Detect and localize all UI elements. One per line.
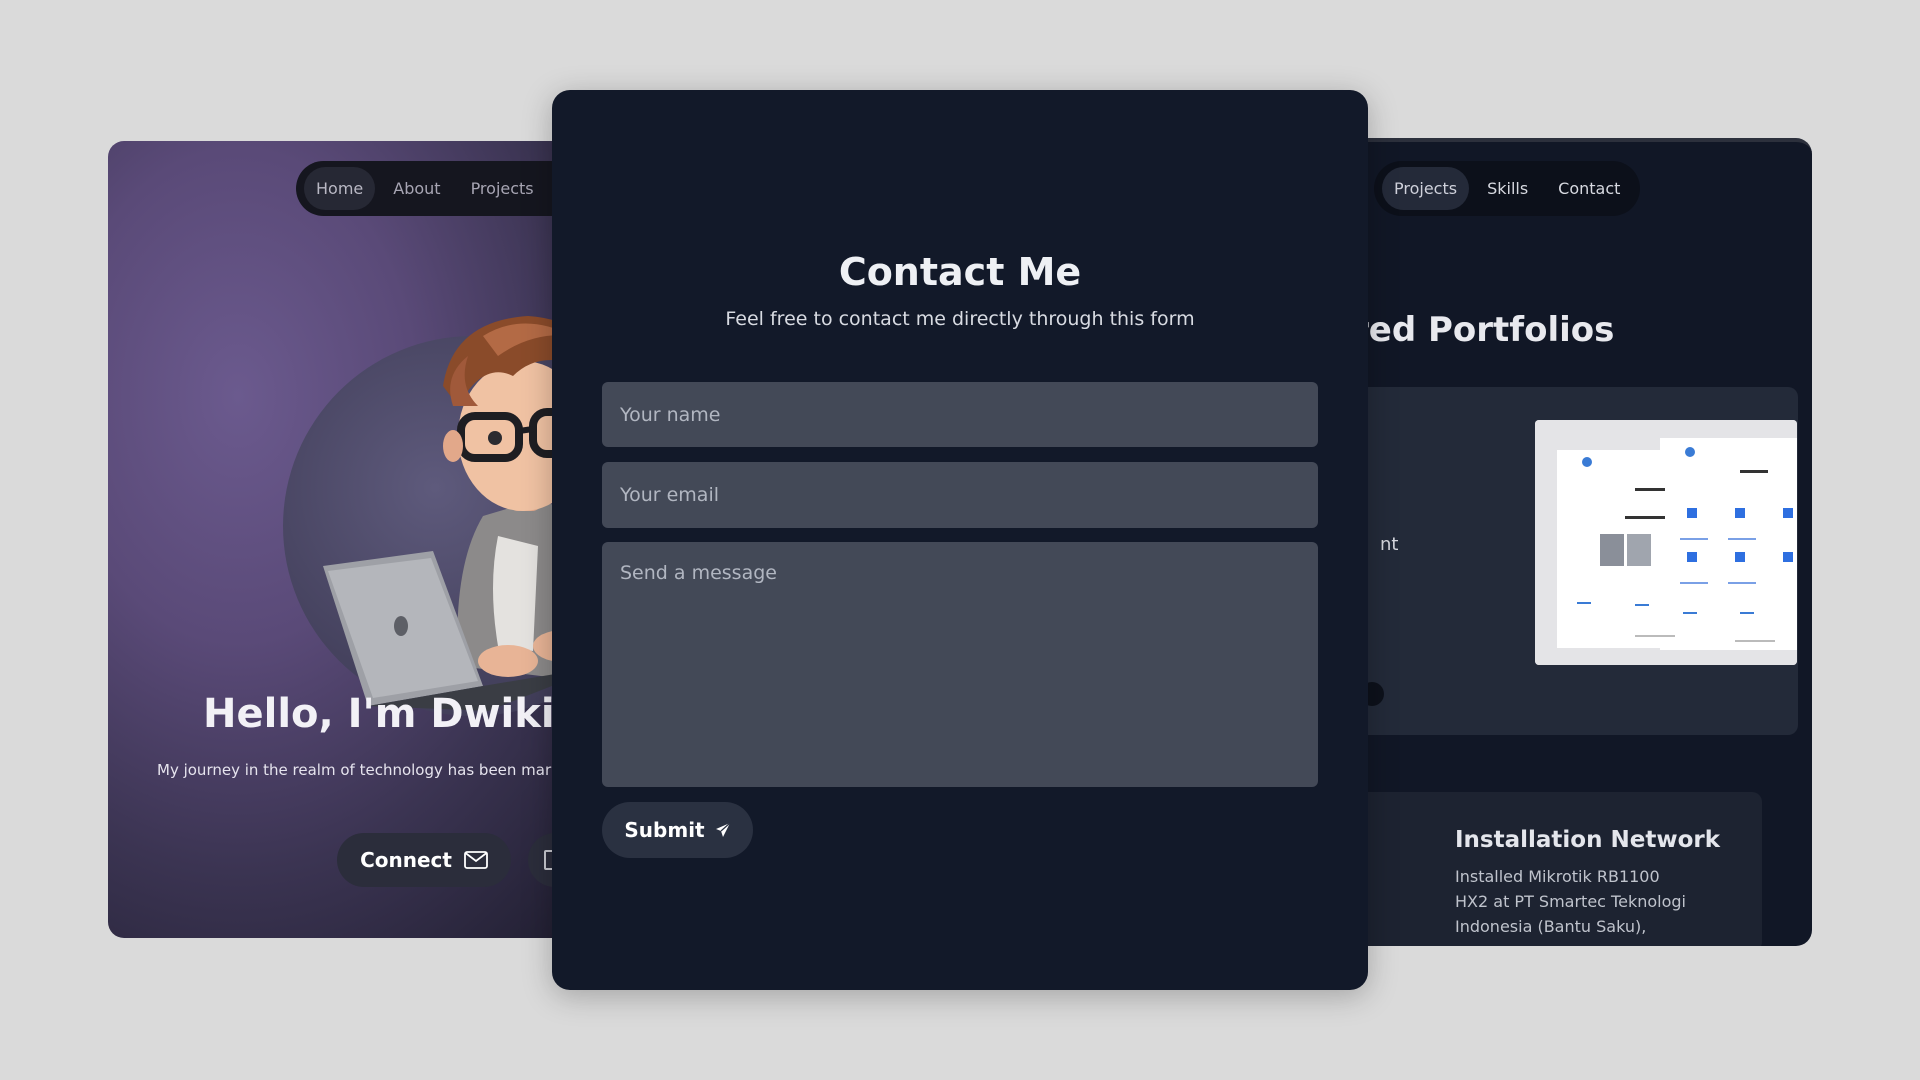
contact-subtitle: Feel free to contact me directly through… [725,308,1195,330]
mail-icon [464,851,488,869]
name-input[interactable] [602,382,1318,447]
project-card-text-fragment: nt [1380,534,1399,555]
portfolio-heading: red Portfolios [1352,310,1615,350]
nav-projects[interactable]: Projects [459,167,546,210]
nav-projects[interactable]: Projects [1382,167,1470,210]
contact-form-card: Contact Me Feel free to contact me direc… [552,90,1368,990]
email-input[interactable] [602,462,1318,528]
nav-about[interactable]: About [381,167,452,210]
hero-description: My journey in the realm of technology ha… [157,761,569,779]
nav-home[interactable]: Home [304,167,376,210]
send-icon [715,822,731,837]
message-textarea[interactable] [602,542,1318,787]
nav-contact[interactable]: Contact [1546,167,1632,210]
home-navbar: Home About Projects S [296,161,594,216]
contact-title: Contact Me [838,250,1082,294]
nav-skills[interactable]: Skills [1475,167,1540,210]
submit-label: Submit [624,818,705,842]
connect-button[interactable]: Connect [337,833,511,887]
submit-button[interactable]: Submit [602,802,753,858]
connect-label: Connect [360,848,452,872]
project-title: Installation Network [1455,827,1721,853]
home-page-card: Home About Projects S Hello, I'm Dwiki [108,141,628,938]
projects-navbar: Projects Skills Contact [1374,161,1641,216]
project-screenshot-thumbnail [1535,420,1797,665]
project-description: Installed Mikrotik RB1100 HX2 at PT Smar… [1455,867,1686,936]
